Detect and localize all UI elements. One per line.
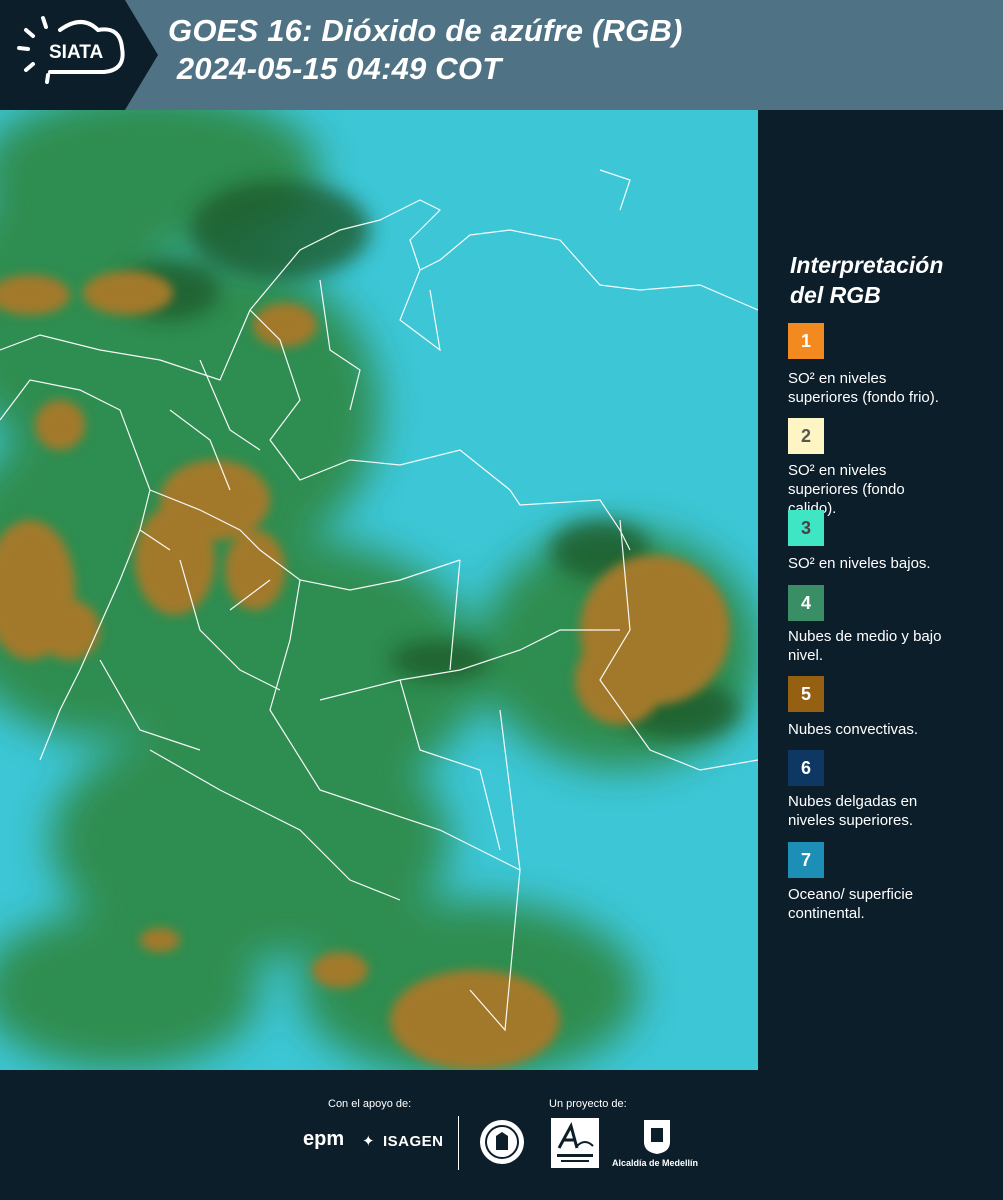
legend-desc-1: SO² en niveles superiores (fondo frio). — [788, 369, 968, 407]
legend-desc-2-line-2: superiores (fondo — [788, 481, 905, 498]
epm-logo: epm — [303, 1128, 345, 1150]
legend-swatch-4: 4 — [788, 585, 824, 621]
footer: Con el apoyo de: Un proyecto de: epm ✦ I… — [0, 1070, 1003, 1200]
legend-number-4: 4 — [800, 592, 811, 613]
alcaldia-logo-text: Alcaldía de Medellín — [612, 1158, 699, 1168]
legend-desc-6-line-1: Nubes delgadas en — [788, 793, 918, 810]
legend-desc-6: Nubes delgadas en niveles superiores. — [788, 792, 968, 830]
legend-desc-3: SO² en niveles bajos. — [788, 554, 968, 573]
legend-desc-1-line-2: superiores (fondo frio). — [788, 389, 939, 406]
support-label: Con el apoyo de: — [328, 1098, 412, 1110]
legend-desc-5-line-1: Nubes convectivas. — [788, 721, 919, 738]
legend-title-line-2: del RGB — [790, 282, 881, 308]
legend-desc-7-line-2: continental. — [788, 905, 865, 922]
legend-number-2: 2 — [800, 425, 811, 446]
alcaldia-shield-icon — [642, 1118, 672, 1161]
area-metropolitana-logo — [551, 1118, 599, 1173]
legend-swatch-2: 2 — [788, 418, 824, 454]
legend-desc-4: Nubes de medio y bajo nivel. — [788, 627, 968, 665]
title-line-2: 2024-05-15 04:49 COT — [168, 51, 502, 86]
legend-desc-5: Nubes convectivas. — [788, 720, 968, 739]
legend-desc-1-line-1: SO² en niveles — [788, 370, 887, 387]
legend-title-line-1: Interpretación — [790, 252, 944, 278]
legend-number-3: 3 — [800, 517, 811, 538]
legend-swatch-5: 5 — [788, 676, 824, 712]
legend-desc-4-line-2: nivel. — [788, 647, 824, 664]
title-line-1: GOES 16: Dióxido de azúfre (RGB) — [168, 13, 683, 48]
legend-number-1: 1 — [800, 330, 811, 351]
legend-desc-2-line-1: SO² en niveles — [788, 462, 887, 479]
siata-logo: SIATA — [0, 0, 158, 110]
header-bar: SIATA GOES 16: Dióxido de azúfre (RGB) 2… — [0, 0, 1003, 110]
legend-panel: Interpretación del RGB 1 SO² en niveles … — [758, 110, 1003, 1070]
siata-logo-text: SIATA — [49, 42, 103, 63]
legend-desc-7-line-1: Oceano/ superficie — [788, 886, 914, 903]
isagen-icon: ✦ — [362, 1133, 375, 1150]
medellin-seal-icon — [478, 1118, 526, 1171]
page-title: GOES 16: Dióxido de azúfre (RGB) 2024-05… — [168, 12, 683, 88]
satellite-map — [0, 110, 758, 1070]
legend-number-6: 6 — [800, 757, 811, 778]
legend-number-5: 5 — [800, 683, 811, 704]
legend-desc-7: Oceano/ superficie continental. — [788, 885, 968, 923]
legend-desc-6-line-2: niveles superiores. — [788, 812, 914, 829]
legend-swatch-1: 1 — [788, 323, 824, 359]
legend-title: Interpretación del RGB — [790, 250, 990, 310]
legend-swatch-7: 7 — [788, 842, 824, 878]
legend-desc-4-line-1: Nubes de medio y bajo — [788, 628, 942, 645]
legend-number-7: 7 — [800, 849, 811, 870]
isagen-logo: ISAGEN — [383, 1133, 444, 1150]
legend-desc-3-line-1: SO² en niveles bajos. — [788, 555, 931, 572]
legend-swatch-3: 3 — [788, 510, 824, 546]
project-label: Un proyecto de: — [549, 1098, 627, 1110]
footer-divider — [458, 1116, 459, 1170]
legend-swatch-6: 6 — [788, 750, 824, 786]
